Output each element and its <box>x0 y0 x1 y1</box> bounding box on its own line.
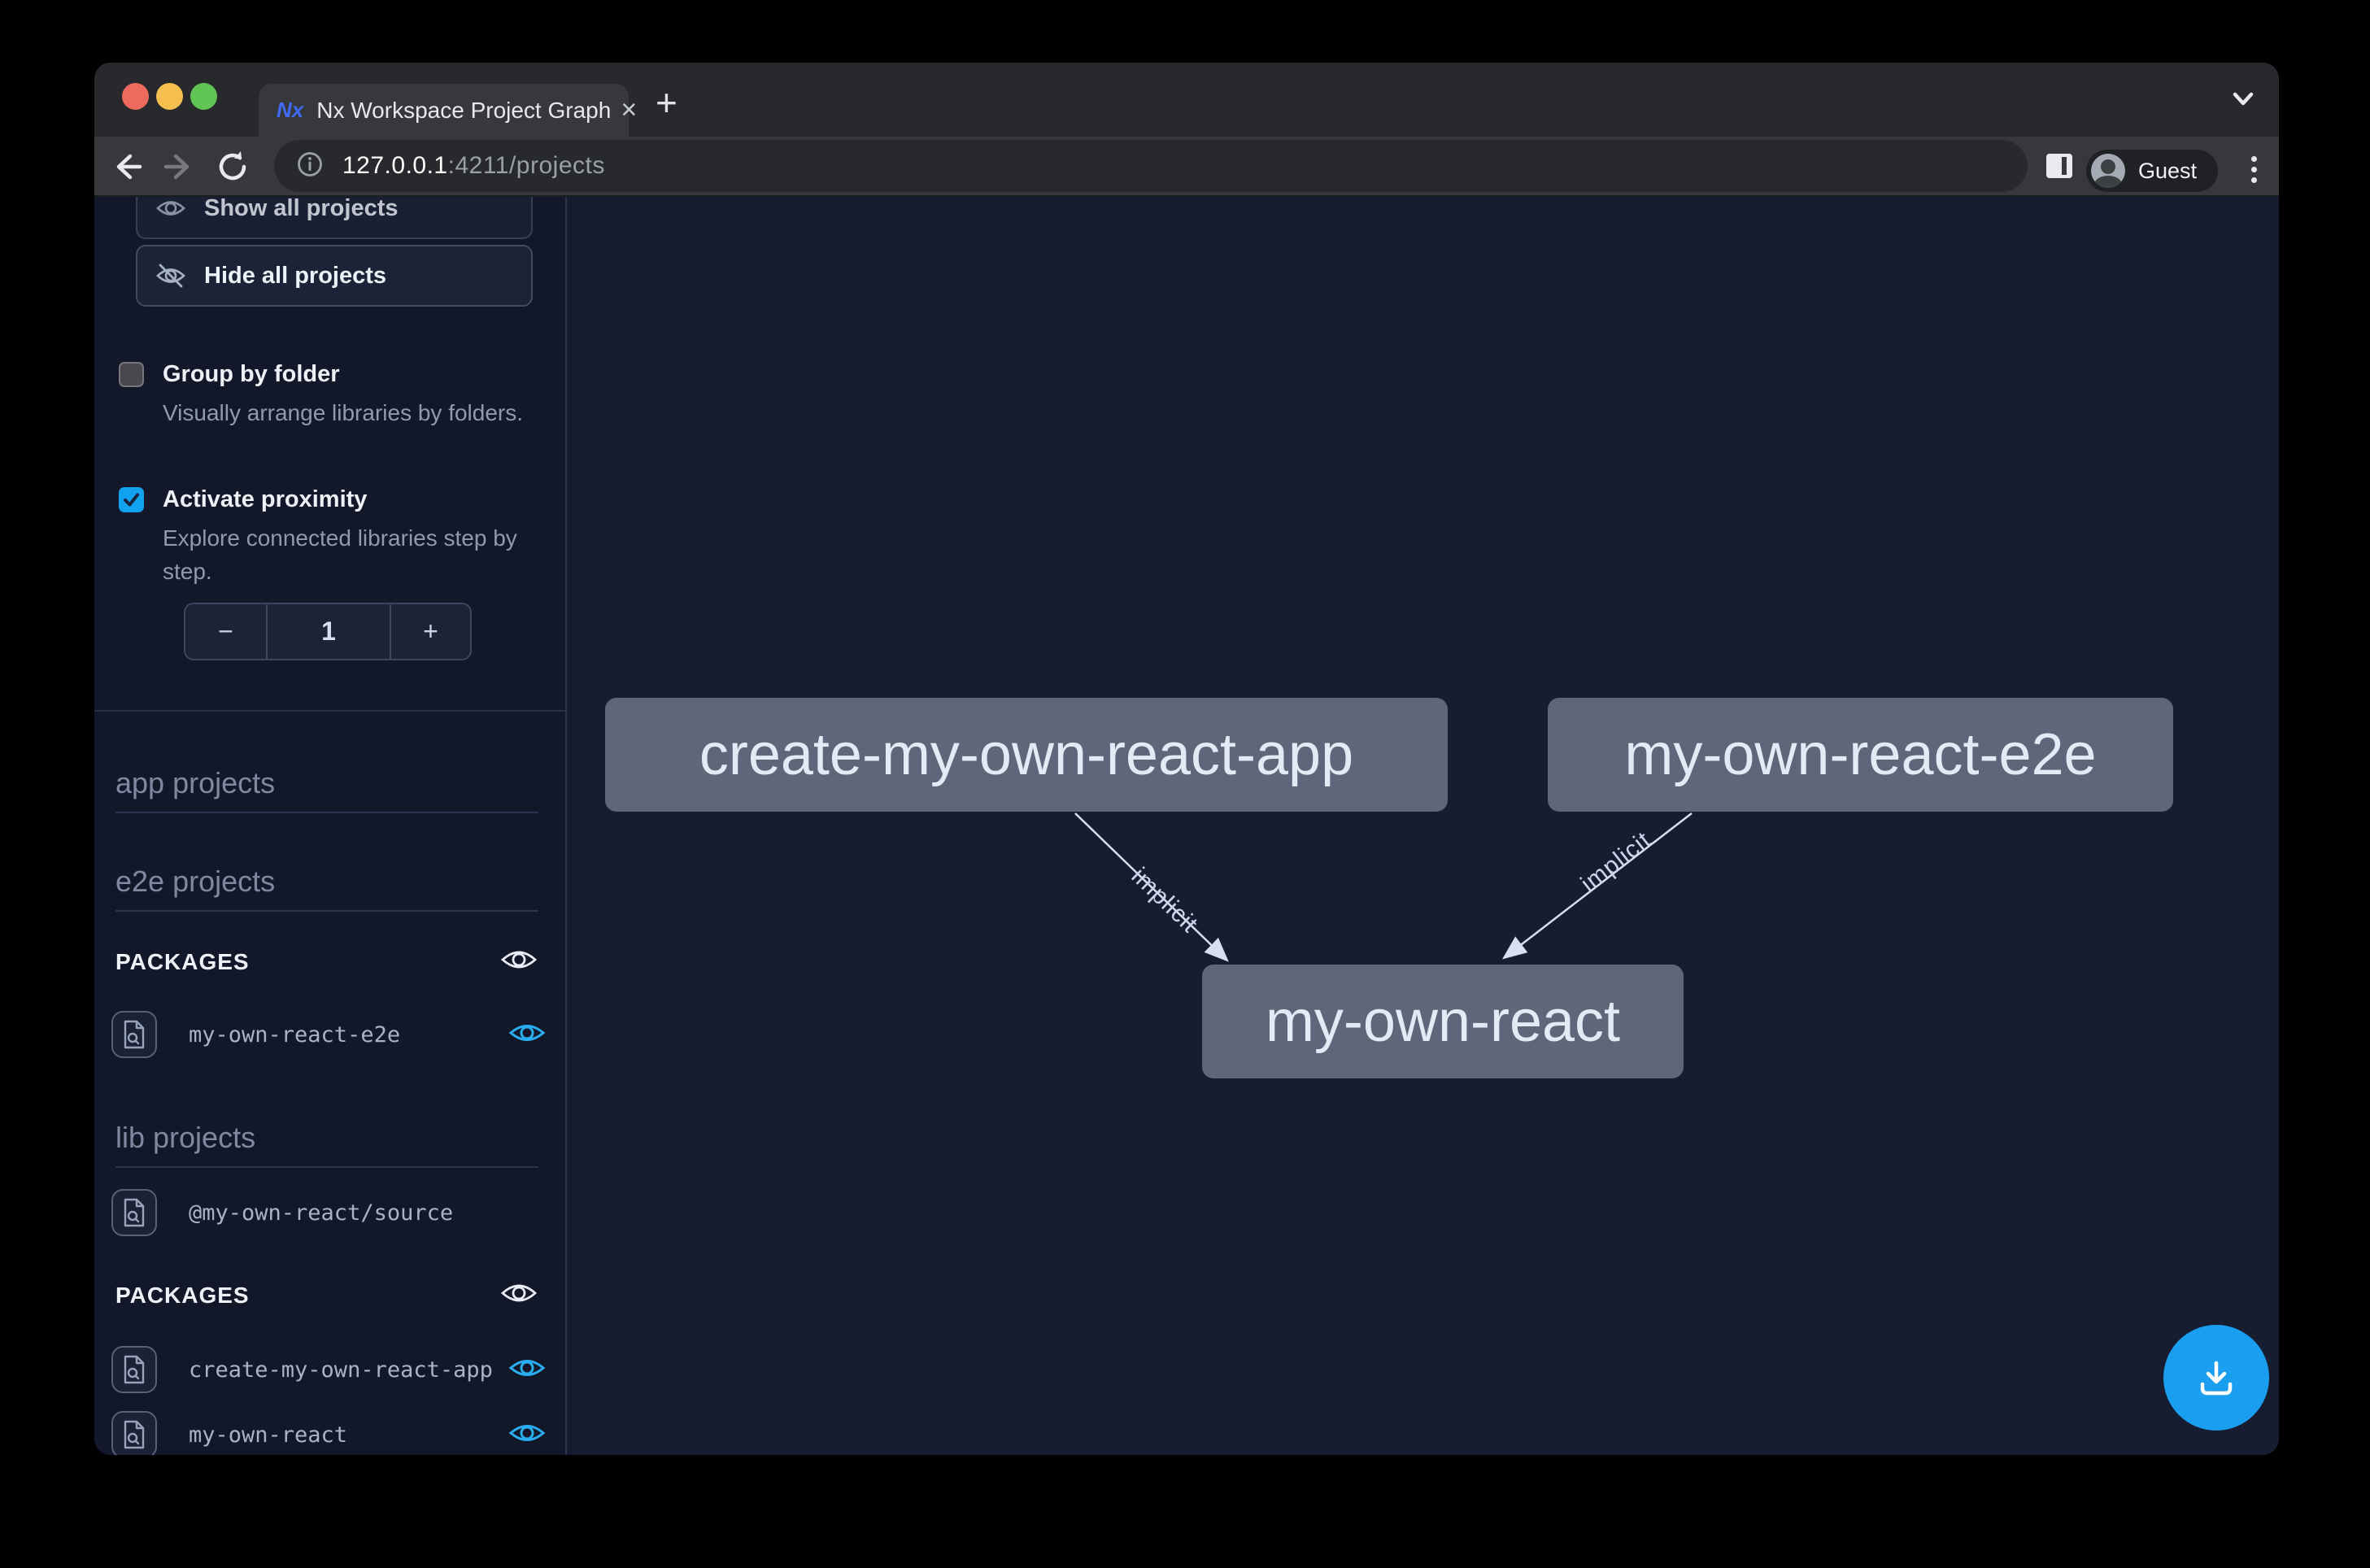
hide-all-projects-button[interactable]: Hide all projects <box>136 245 533 307</box>
activate-proximity-checkbox[interactable] <box>119 487 144 512</box>
sidebar-divider <box>94 710 567 712</box>
download-graph-button[interactable] <box>2163 1325 2269 1431</box>
tab-title: Nx Workspace Project Graph <box>316 98 611 124</box>
profile-label: Guest <box>2138 159 2197 184</box>
graph-canvas[interactable]: implicit implicit create-my-own-react-ap… <box>567 197 2279 1455</box>
app-page: Show all projects Hide all projects Grou… <box>94 197 2279 1455</box>
url-host: 127.0.0.1 <box>342 152 448 179</box>
eye-off-icon <box>155 262 186 290</box>
packages-header-top-label: PACKAGES <box>115 949 499 975</box>
activate-proximity-description: Explore connected libraries step by step… <box>163 521 547 588</box>
proximity-depth-stepper: − 1 + <box>184 603 472 660</box>
url-text: 127.0.0.1:4211/projects <box>342 152 605 180</box>
toggle-all-visibility-icon[interactable] <box>499 945 538 978</box>
avatar-icon <box>2091 154 2125 188</box>
new-tab-button[interactable]: + <box>656 81 677 124</box>
url-bar[interactable]: 127.0.0.1:4211/projects <box>274 140 2028 192</box>
minimize-window-button[interactable] <box>156 83 183 110</box>
visibility-eye-icon-active[interactable] <box>508 1019 546 1051</box>
group-by-folder-label: Group by folder <box>163 362 340 387</box>
edge-label-implicit: implicit <box>1576 826 1657 897</box>
project-name: create-my-own-react-app <box>189 1357 508 1383</box>
forward-icon[interactable] <box>159 148 200 189</box>
browser-toolbar: 127.0.0.1:4211/projects Guest <box>94 137 2279 197</box>
section-title-lib-projects: lib projects <box>115 1121 538 1168</box>
check-icon <box>122 490 141 509</box>
project-name: my-own-react-e2e <box>189 1022 508 1048</box>
file-search-icon <box>111 1011 157 1058</box>
toggle-all-visibility-icon[interactable] <box>499 1278 538 1312</box>
eye-icon <box>155 197 186 222</box>
tab-search-chevron-icon[interactable] <box>2225 87 2261 115</box>
edge-label-implicit: implicit <box>1126 863 1204 939</box>
browser-tab[interactable]: Nx Nx Workspace Project Graph × <box>259 84 629 137</box>
graph-node-create-my-own-react-app[interactable]: create-my-own-react-app <box>605 698 1448 812</box>
graph-node-my-own-react[interactable]: my-own-react <box>1202 965 1684 1078</box>
graph-node-my-own-react-e2e[interactable]: my-own-react-e2e <box>1548 698 2173 812</box>
activate-proximity-label: Activate proximity <box>163 487 367 512</box>
group-by-folder-checkbox[interactable] <box>119 362 144 387</box>
file-search-icon <box>111 1411 157 1455</box>
tab-strip: Nx Nx Workspace Project Graph × + <box>94 63 2279 137</box>
back-icon[interactable] <box>106 148 146 189</box>
profile-button[interactable]: Guest <box>2086 150 2218 192</box>
reload-icon[interactable] <box>213 148 254 189</box>
project-row-create-my-own-react-app[interactable]: create-my-own-react-app <box>111 1346 546 1393</box>
project-name: @my-own-react/source <box>189 1200 546 1226</box>
packages-header-bottom: PACKAGES <box>115 1278 538 1312</box>
proximity-depth-value: 1 <box>268 604 391 659</box>
project-name: my-own-react <box>189 1422 508 1448</box>
screenshot-stage: Nx Nx Workspace Project Graph × + <box>0 0 2370 1568</box>
hide-all-projects-label: Hide all projects <box>204 263 386 290</box>
decrement-button[interactable]: − <box>185 604 268 659</box>
site-info-icon[interactable] <box>295 150 325 183</box>
group-by-folder-description: Visually arrange libraries by folders. <box>163 396 547 429</box>
increment-button[interactable]: + <box>391 604 470 659</box>
file-search-icon <box>111 1346 157 1393</box>
browser-window: Nx Nx Workspace Project Graph × + <box>94 63 2279 1455</box>
visibility-eye-icon-active[interactable] <box>508 1354 546 1386</box>
packages-header-bottom-label: PACKAGES <box>115 1283 499 1309</box>
tab-close-icon[interactable]: × <box>621 94 637 126</box>
show-all-projects-button[interactable]: Show all projects <box>136 197 533 239</box>
project-row-my-own-react[interactable]: my-own-react <box>111 1411 546 1455</box>
section-title-app-projects: app projects <box>115 766 538 813</box>
visibility-eye-icon-active[interactable] <box>508 1419 546 1451</box>
sidebar: Show all projects Hide all projects Grou… <box>94 197 567 1455</box>
zoom-window-button[interactable] <box>190 83 217 110</box>
project-row-my-own-react-e2e[interactable]: my-own-react-e2e <box>111 1011 546 1058</box>
browser-menu-icon[interactable] <box>2251 151 2258 188</box>
file-search-icon <box>111 1189 157 1236</box>
packages-header-top: PACKAGES <box>115 945 538 978</box>
graph-edges: implicit implicit <box>567 197 2279 1455</box>
close-window-button[interactable] <box>122 83 149 110</box>
download-icon <box>2192 1353 2241 1402</box>
project-row-my-own-react-source[interactable]: @my-own-react/source <box>111 1189 546 1236</box>
show-all-projects-label: Show all projects <box>204 197 399 222</box>
url-path: :4211/projects <box>448 152 605 179</box>
section-title-e2e-projects: e2e projects <box>115 865 538 912</box>
nx-favicon-icon: Nx <box>277 98 303 123</box>
side-panel-icon[interactable] <box>2042 150 2076 186</box>
